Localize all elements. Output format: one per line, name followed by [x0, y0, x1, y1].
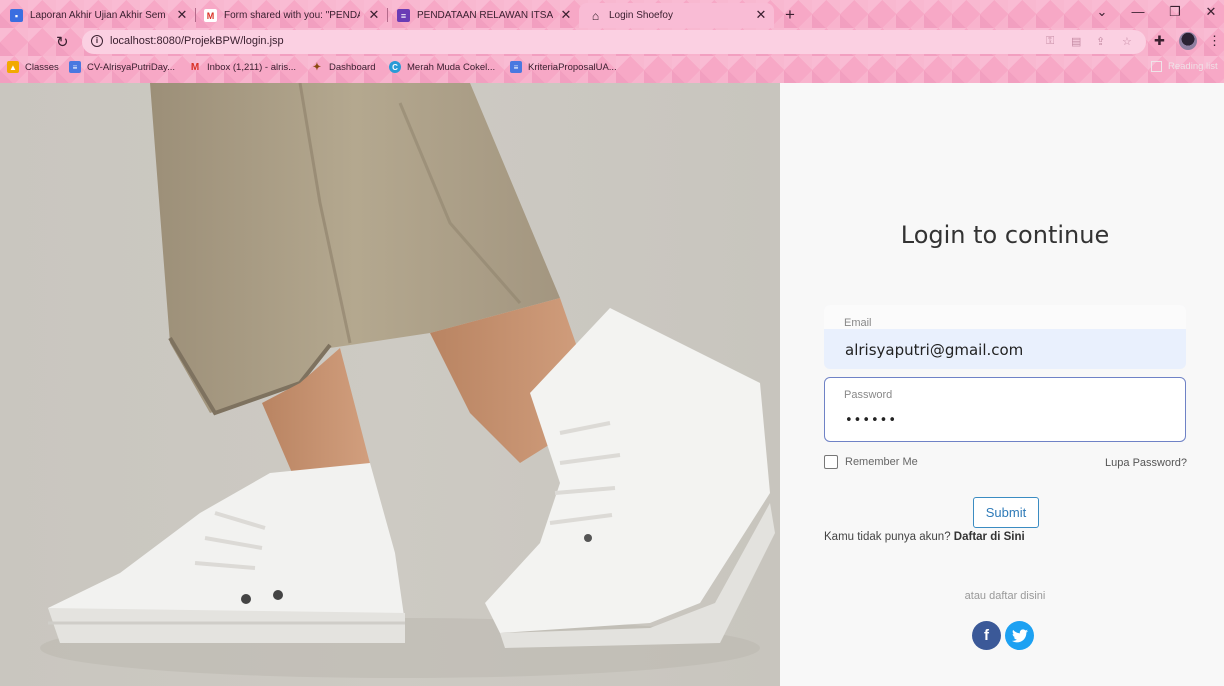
- reading-list-label: Reading list: [1168, 61, 1218, 72]
- tab-form-shared[interactable]: M Form shared with you: "PENDATA ✕: [194, 3, 387, 28]
- docs-icon: ≡: [510, 61, 522, 73]
- browser-menu-icon[interactable]: ⋮: [1208, 33, 1221, 49]
- address-bar[interactable]: i localhost:8080/ProjekBPW/login.jsp ⚿ ▤…: [82, 30, 1146, 54]
- gmail-icon: M: [204, 9, 217, 22]
- translate-icon[interactable]: ▤: [1071, 35, 1081, 48]
- classes-icon: ▲: [7, 61, 19, 73]
- close-tab-icon[interactable]: ✕: [175, 8, 189, 22]
- bookmark-label: Inbox (1,211) - alris...: [207, 61, 297, 73]
- bookmark-merah-muda[interactable]: C Merah Muda Cokel...: [389, 61, 495, 73]
- tab-login-shoefoy[interactable]: ⌂ Login Shoefoy ✕: [579, 3, 774, 28]
- bookmark-star-icon[interactable]: ☆: [1122, 35, 1132, 48]
- reading-list-button[interactable]: Reading list: [1151, 61, 1218, 72]
- reading-list-icon: [1151, 61, 1162, 72]
- dashboard-icon: ✦: [312, 61, 322, 73]
- bookmark-kriteria[interactable]: ≡ KriteriaProposalUA...: [510, 61, 617, 73]
- remember-me-label: Remember Me: [845, 456, 918, 468]
- password-label: Password: [844, 389, 893, 401]
- window-close-button[interactable]: ✕: [1201, 4, 1221, 20]
- remember-me-checkbox[interactable]: [824, 455, 838, 469]
- tab-search-icon[interactable]: ⌄: [1092, 4, 1112, 20]
- gmail-icon: M: [190, 61, 200, 73]
- facebook-icon[interactable]: f: [972, 621, 1001, 650]
- tab-strip: ▪ Laporan Akhir Ujian Akhir Semes ✕ M Fo…: [0, 0, 1224, 28]
- bookmark-cv[interactable]: ≡ CV-AlrisyaPutriDay...: [69, 61, 175, 73]
- forms-icon: ≡: [397, 9, 410, 22]
- close-tab-icon[interactable]: ✕: [559, 8, 573, 22]
- bookmark-classes[interactable]: ▲ Classes: [7, 61, 59, 73]
- bookmark-inbox[interactable]: M Inbox (1,211) - alris...: [189, 61, 296, 73]
- email-input[interactable]: alrisyaputri@gmail.com: [845, 341, 1023, 359]
- sneakers-illustration: [40, 83, 775, 678]
- forgot-password-link[interactable]: Lupa Password?: [1105, 457, 1187, 469]
- remember-me[interactable]: Remember Me: [824, 455, 918, 469]
- profile-avatar[interactable]: [1179, 32, 1197, 50]
- twitter-bird-glyph: [1011, 629, 1028, 643]
- bookmarks-bar: ▲ Classes ≡ CV-AlrisyaPutriDay... M Inbo…: [0, 58, 1224, 80]
- bookmark-label: Merah Muda Cokel...: [407, 61, 496, 73]
- browser-toolbar: ↻ i localhost:8080/ProjekBPW/login.jsp ⚿…: [0, 28, 1224, 56]
- close-tab-icon[interactable]: ✕: [367, 8, 381, 22]
- bookmark-label: Classes: [25, 61, 59, 73]
- page-title: Login to continue: [900, 221, 1110, 249]
- canva-icon: C: [389, 61, 401, 73]
- hero-photo-sneakers: [0, 83, 780, 686]
- site-info-icon[interactable]: i: [91, 35, 103, 47]
- email-label-bg: [824, 305, 1186, 329]
- twitter-icon[interactable]: [1005, 621, 1034, 650]
- register-prompt: Kamu tidak punya akun? Daftar di Sini: [824, 531, 1025, 543]
- docs-icon: ≡: [69, 61, 81, 73]
- home-icon: ⌂: [591, 8, 600, 23]
- bookmark-dashboard[interactable]: ✦ Dashboard: [311, 61, 376, 73]
- password-input[interactable]: ••••••: [845, 413, 897, 428]
- email-label: Email: [844, 317, 872, 329]
- share-icon[interactable]: ⇪: [1096, 35, 1105, 48]
- extensions-icon[interactable]: ✚: [1154, 33, 1165, 49]
- submit-button[interactable]: Submit: [973, 497, 1039, 528]
- minimize-button[interactable]: —: [1128, 4, 1148, 19]
- email-field[interactable]: Email alrisyaputri@gmail.com: [824, 305, 1186, 369]
- tab-label: PENDATAAN RELAWAN ITSA BER: [417, 10, 553, 21]
- url-text[interactable]: localhost:8080/ProjekBPW/login.jsp: [110, 35, 284, 47]
- tab-label: Form shared with you: "PENDATA: [224, 10, 360, 21]
- close-tab-icon[interactable]: ✕: [754, 8, 768, 22]
- browser-chrome: ▪ Laporan Akhir Ujian Akhir Semes ✕ M Fo…: [0, 0, 1224, 83]
- bookmark-label: CV-AlrisyaPutriDay...: [87, 61, 175, 73]
- tab-label: Login Shoefoy: [609, 10, 673, 21]
- restore-button[interactable]: ❐: [1165, 4, 1185, 20]
- bookmark-label: KriteriaProposalUA...: [528, 61, 617, 73]
- new-tab-button[interactable]: +: [781, 5, 799, 25]
- key-icon[interactable]: ⚿: [1046, 35, 1054, 48]
- tab-label: Laporan Akhir Ujian Akhir Semes: [30, 10, 166, 21]
- classroom-icon: ▪: [10, 9, 23, 22]
- register-prompt-text: Kamu tidak punya akun?: [824, 531, 951, 543]
- reload-icon[interactable]: ↻: [56, 33, 69, 51]
- tab-pendataan[interactable]: ≡ PENDATAAN RELAWAN ITSA BER ✕: [387, 3, 579, 28]
- register-link[interactable]: Daftar di Sini: [954, 531, 1025, 543]
- password-field[interactable]: Password ••••••: [824, 377, 1186, 442]
- tab-laporan[interactable]: ▪ Laporan Akhir Ujian Akhir Semes ✕: [0, 3, 195, 28]
- bookmark-label: Dashboard: [329, 61, 376, 73]
- alt-signup-text: atau daftar disini: [964, 590, 1046, 602]
- login-panel: Login to continue Email alrisyaputri@gma…: [780, 83, 1224, 686]
